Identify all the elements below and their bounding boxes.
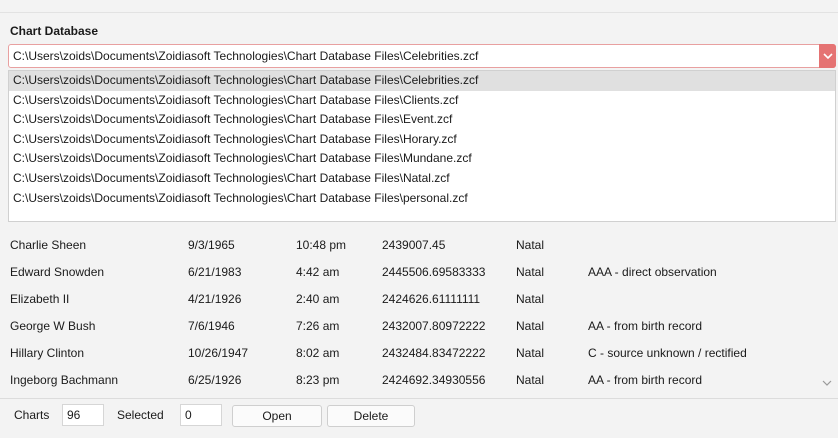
cell-type: Natal: [516, 373, 545, 387]
cell-rating: AAA - direct observation: [588, 265, 717, 279]
cell-date: 4/21/1926: [188, 292, 242, 306]
dropdown-item[interactable]: C:\Users\zoids\Documents\Zoidiasoft Tech…: [9, 189, 835, 209]
cell-type: Natal: [516, 292, 545, 306]
cell-julian-day: 2432007.80972222: [382, 319, 486, 333]
selected-label: Selected: [117, 408, 164, 422]
cell-name: Elizabeth II: [10, 292, 70, 306]
cell-time: 4:42 am: [296, 265, 340, 279]
cell-rating: AA - from birth record: [588, 373, 703, 387]
top-divider: [0, 12, 838, 13]
table-row[interactable]: Edward Snowden 6/21/1983 4:42 am 2445506…: [0, 259, 822, 285]
chevron-down-icon[interactable]: [819, 44, 836, 68]
dropdown-item[interactable]: C:\Users\zoids\Documents\Zoidiasoft Tech…: [9, 169, 835, 189]
open-button[interactable]: Open: [232, 405, 322, 427]
cell-name: Charlie Sheen: [10, 238, 87, 252]
table-row[interactable]: George W Bush 7/6/1946 7:26 am 2432007.8…: [0, 313, 822, 339]
cell-date: 9/3/1965: [188, 238, 235, 252]
cell-time: 8:02 am: [296, 346, 340, 360]
database-dropdown-list: C:\Users\zoids\Documents\Zoidiasoft Tech…: [8, 70, 836, 222]
charts-count-field: 96: [62, 404, 104, 426]
table-row[interactable]: Charlie Sheen 9/3/1965 10:48 pm 2439007.…: [0, 232, 822, 258]
cell-date: 10/26/1947: [188, 346, 249, 360]
dropdown-item[interactable]: C:\Users\zoids\Documents\Zoidiasoft Tech…: [9, 71, 835, 91]
cell-type: Natal: [516, 265, 545, 279]
cell-name: Hillary Clinton: [10, 346, 85, 360]
cell-time: 10:48 pm: [296, 238, 347, 252]
cell-name: George W Bush: [10, 319, 96, 333]
table-row[interactable]: Hillary Clinton 10/26/1947 8:02 am 24324…: [0, 340, 822, 366]
cell-rating: AA - from birth record: [588, 319, 703, 333]
cell-julian-day: 2424626.61111111: [382, 292, 481, 306]
cell-name: Edward Snowden: [10, 265, 105, 279]
cell-julian-day: 2424692.34930556: [382, 373, 486, 387]
table-row[interactable]: Ingeborg Bachmann 6/25/1926 8:23 pm 2424…: [0, 367, 822, 393]
cell-date: 6/25/1926: [188, 373, 242, 387]
cell-time: 8:23 pm: [296, 373, 340, 387]
cell-name: Ingeborg Bachmann: [10, 373, 119, 387]
charts-label: Charts: [14, 408, 50, 422]
combobox-value: C:\Users\zoids\Documents\Zoidiasoft Tech…: [13, 49, 479, 63]
dropdown-item[interactable]: C:\Users\zoids\Documents\Zoidiasoft Tech…: [9, 91, 835, 111]
cell-rating: C - source unknown / rectified: [588, 346, 747, 360]
dropdown-item[interactable]: C:\Users\zoids\Documents\Zoidiasoft Tech…: [9, 130, 835, 150]
table-row[interactable]: Elizabeth II 4/21/1926 2:40 am 2424626.6…: [0, 286, 822, 312]
cell-julian-day: 2445506.69583333: [382, 265, 486, 279]
charts-table: Charlie Sheen 9/3/1965 10:48 pm 2439007.…: [0, 232, 822, 398]
cell-time: 7:26 am: [296, 319, 340, 333]
section-title: Chart Database: [10, 24, 99, 38]
delete-button[interactable]: Delete: [327, 405, 415, 427]
cell-type: Natal: [516, 346, 545, 360]
cell-date: 7/6/1946: [188, 319, 235, 333]
chart-database-combobox[interactable]: C:\Users\zoids\Documents\Zoidiasoft Tech…: [8, 44, 836, 68]
dropdown-item[interactable]: C:\Users\zoids\Documents\Zoidiasoft Tech…: [9, 110, 835, 130]
scroll-down-icon[interactable]: [820, 376, 834, 390]
footer-divider: [0, 398, 838, 399]
cell-time: 2:40 am: [296, 292, 340, 306]
cell-type: Natal: [516, 319, 545, 333]
cell-date: 6/21/1983: [188, 265, 242, 279]
dropdown-item[interactable]: C:\Users\zoids\Documents\Zoidiasoft Tech…: [9, 149, 835, 169]
cell-type: Natal: [516, 238, 545, 252]
selected-count-field: 0: [180, 404, 222, 426]
cell-julian-day: 2439007.45: [382, 238, 446, 252]
cell-julian-day: 2432484.83472222: [382, 346, 486, 360]
